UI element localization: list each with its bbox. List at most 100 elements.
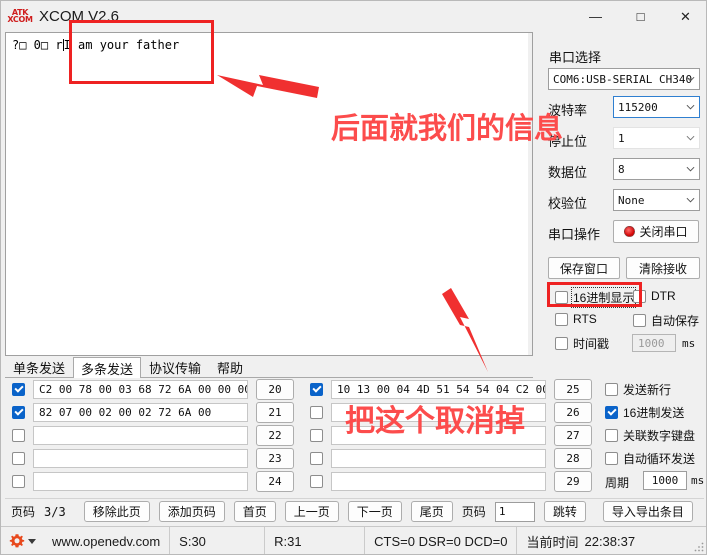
serial-config-panel: 串口选择 COM6:USB-SERIAL CH340 波特率 115200 停止… (537, 32, 706, 356)
chevron-down-icon[interactable] (28, 538, 36, 544)
close-icon[interactable]: ✕ (663, 1, 706, 32)
multisend-row: 23 (5, 447, 294, 470)
hex-send-label: 16进制发送 (623, 406, 685, 420)
multisend-row-send-button[interactable]: 25 (554, 379, 592, 400)
maximize-icon[interactable]: □ (618, 1, 663, 32)
period-value: 1000 (651, 474, 679, 487)
rts-checkbox[interactable]: RTS (555, 312, 597, 326)
timestamp-interval-input[interactable]: 1000 (632, 334, 676, 352)
multisend-row-input[interactable]: 82 07 00 02 00 02 72 6A 00 (33, 403, 248, 422)
multisend-row-send-button[interactable]: 24 (256, 471, 294, 492)
timestamp-interval-value: 1000 (638, 336, 665, 350)
multisend-row-input[interactable]: C2 00 78 00 03 68 72 6A 00 00 00 00 (33, 380, 248, 399)
stopbits-label: 停止位 (548, 134, 588, 149)
multisend-row-input[interactable] (331, 426, 546, 445)
multisend-row-input[interactable] (331, 403, 546, 422)
multisend-row-send-button[interactable]: 27 (554, 425, 592, 446)
multisend-row-checkbox[interactable] (12, 452, 25, 465)
gear-icon[interactable] (9, 533, 25, 549)
goto-page-input[interactable]: 1 (494, 501, 535, 522)
multisend-row-input[interactable] (331, 449, 546, 468)
gear-icon-svg (9, 534, 25, 548)
send-options-panel: 发送新行 16进制发送 关联数字键盘 自动循环发送 周期 1000 ms (597, 378, 706, 496)
status-bar: www.openedv.com S:30 R:31 CTS=0 DSR=0 DC… (1, 526, 706, 554)
multisend-row-input[interactable] (33, 449, 248, 468)
multisend-row-checkbox[interactable] (12, 475, 25, 488)
next-page-button[interactable]: 下一页 (347, 501, 402, 522)
timestamp-checkbox[interactable]: 时间戳 (555, 335, 609, 352)
chevron-down-icon (686, 76, 695, 82)
multisend-row-input[interactable] (33, 472, 248, 491)
receive-scrollbar[interactable] (528, 33, 532, 355)
first-page-button[interactable]: 首页 (233, 501, 276, 522)
multisend-row-checkbox[interactable] (310, 383, 323, 396)
multisend-row-send-button[interactable]: 21 (256, 402, 294, 423)
save-window-button[interactable]: 保存窗口 (548, 257, 620, 279)
status-received-count: R:31 (265, 526, 366, 554)
send-newline-checkbox[interactable]: 发送新行 (605, 381, 671, 398)
status-site[interactable]: www.openedv.com (43, 526, 171, 554)
close-port-button[interactable]: 关闭串口 (613, 220, 699, 243)
tab-single-send[interactable]: 单条发送 (5, 357, 73, 377)
port-select[interactable]: COM6:USB-SERIAL CH340 (548, 68, 700, 90)
period-input[interactable]: 1000 (643, 471, 687, 490)
multisend-row-checkbox[interactable] (310, 452, 323, 465)
keypad-link-checkbox[interactable]: 关联数字键盘 (605, 427, 695, 444)
stopbits-select[interactable]: 1 (613, 127, 700, 149)
multisend-row-send-button[interactable]: 29 (554, 471, 592, 492)
clear-receive-button[interactable]: 清除接收 (626, 257, 700, 279)
goto-page-value: 1 (498, 505, 506, 518)
last-page-button[interactable]: 尾页 (410, 501, 453, 522)
hex-display-checkbox[interactable]: 16进制显示 (555, 287, 637, 308)
dtr-checkbox[interactable]: DTR (633, 289, 676, 303)
multisend-row-checkbox[interactable] (12, 429, 25, 442)
hex-send-checkbox[interactable]: 16进制发送 (605, 404, 684, 421)
parity-select-value: None (618, 193, 645, 207)
multisend-row-checkbox[interactable] (310, 429, 323, 442)
multisend-row-checkbox[interactable] (12, 383, 25, 396)
tab-multi-send[interactable]: 多条发送 (73, 357, 142, 378)
goto-page-button[interactable]: 跳转 (543, 501, 586, 522)
xcom-window: ATK XCOM XCOM V2.6 — □ ✕ ?□ 0□ rI am you… (0, 0, 707, 555)
databits-select[interactable]: 8 (613, 158, 700, 180)
hex-send-checkbox-box (605, 406, 618, 419)
multisend-row-input[interactable]: 10 13 00 04 4D 51 54 54 04 C2 00 78 (331, 380, 546, 399)
multisend-row-checkbox[interactable] (12, 406, 25, 419)
multisend-row-input[interactable] (331, 472, 546, 491)
timestamp-checkbox-box (555, 337, 568, 350)
multisend-row-send-button[interactable]: 23 (256, 448, 294, 469)
baud-label: 波特率 (548, 103, 588, 118)
auto-loop-send-label: 自动循环发送 (623, 452, 696, 466)
multisend-row: 26 (303, 401, 592, 424)
title-bar: ATK XCOM XCOM V2.6 — □ ✕ (1, 1, 706, 32)
import-export-button[interactable]: 导入导出条目 (602, 501, 693, 522)
auto-save-checkbox[interactable]: 自动保存 (633, 312, 699, 329)
multi-send-grid: C2 00 78 00 03 68 72 6A 00 00 00 00 20 8… (5, 378, 593, 496)
receive-textarea[interactable]: ?□ 0□ rI am your father (5, 32, 533, 356)
multisend-row-send-button[interactable]: 20 (256, 379, 294, 400)
chevron-down-icon (686, 197, 695, 203)
multisend-row-send-button[interactable]: 22 (256, 425, 294, 446)
window-controls: — □ ✕ (573, 1, 706, 32)
multisend-row-checkbox[interactable] (310, 475, 323, 488)
chevron-down-icon (686, 135, 695, 141)
window-title: XCOM V2.6 (39, 8, 120, 25)
send-mode-tabs: 单条发送 多条发送 协议传输 帮助 (5, 357, 533, 378)
multisend-row-input[interactable] (33, 426, 248, 445)
prev-page-button[interactable]: 上一页 (284, 501, 339, 522)
multisend-row-send-button[interactable]: 28 (554, 448, 592, 469)
tab-protocol-transfer[interactable]: 协议传输 (141, 357, 209, 377)
goto-page-label: 页码 (461, 505, 486, 519)
resize-grip-icon[interactable] (693, 540, 705, 552)
tab-help[interactable]: 帮助 (209, 357, 251, 377)
auto-loop-send-checkbox[interactable]: 自动循环发送 (605, 450, 695, 467)
multisend-row-checkbox[interactable] (310, 406, 323, 419)
parity-select[interactable]: None (613, 189, 700, 211)
databits-label: 数据位 (548, 165, 588, 180)
multisend-row-send-button[interactable]: 26 (554, 402, 592, 423)
multisend-row: 28 (303, 447, 592, 470)
minimize-icon[interactable]: — (573, 1, 618, 32)
baud-select[interactable]: 115200 (613, 96, 700, 118)
add-page-button[interactable]: 添加页码 (158, 501, 225, 522)
remove-page-button[interactable]: 移除此页 (83, 501, 150, 522)
